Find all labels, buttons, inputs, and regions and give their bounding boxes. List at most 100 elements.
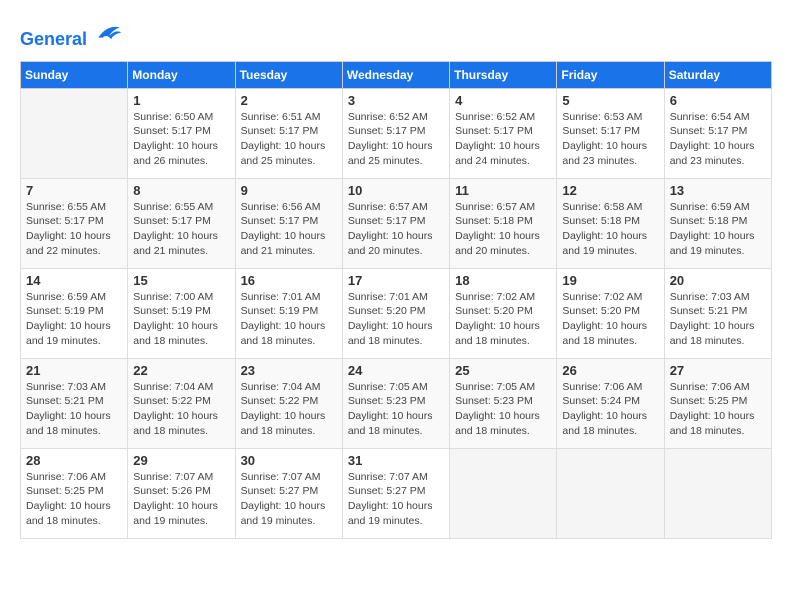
calendar-cell xyxy=(21,88,128,178)
weekday-header-thursday: Thursday xyxy=(450,61,557,88)
day-number: 20 xyxy=(670,273,766,288)
weekday-header-tuesday: Tuesday xyxy=(235,61,342,88)
calendar-cell: 23 Sunrise: 7:04 AMSunset: 5:22 PMDayligh… xyxy=(235,358,342,448)
logo-general: General xyxy=(20,29,87,49)
calendar-week-row: 28 Sunrise: 7:06 AMSunset: 5:25 PMDayligh… xyxy=(21,448,772,538)
calendar-cell: 28 Sunrise: 7:06 AMSunset: 5:25 PMDayligh… xyxy=(21,448,128,538)
day-info: Sunrise: 7:01 AMSunset: 5:19 PMDaylight:… xyxy=(241,290,337,349)
calendar-cell: 10 Sunrise: 6:57 AMSunset: 5:17 PMDayligh… xyxy=(342,178,449,268)
day-number: 9 xyxy=(241,183,337,198)
calendar-cell xyxy=(557,448,664,538)
day-info: Sunrise: 6:51 AMSunset: 5:17 PMDaylight:… xyxy=(241,110,337,169)
day-info: Sunrise: 6:55 AMSunset: 5:17 PMDaylight:… xyxy=(133,200,229,259)
calendar-cell: 18Sunrise: 7:02 AMSunset: 5:20 PMDayligh… xyxy=(450,268,557,358)
calendar-cell: 25Sunrise: 7:05 AMSunset: 5:23 PMDayligh… xyxy=(450,358,557,448)
day-info: Sunrise: 6:53 AMSunset: 5:17 PMDaylight:… xyxy=(562,110,658,169)
calendar-cell: 4 Sunrise: 6:52 AMSunset: 5:17 PMDaylight… xyxy=(450,88,557,178)
calendar-cell xyxy=(450,448,557,538)
day-info: Sunrise: 7:06 AMSunset: 5:25 PMDaylight:… xyxy=(670,380,766,439)
day-info: Sunrise: 6:59 AMSunset: 5:18 PMDaylight:… xyxy=(670,200,766,259)
day-info: Sunrise: 7:07 AMSunset: 5:26 PMDaylight:… xyxy=(133,470,229,529)
day-number: 11 xyxy=(455,183,551,198)
calendar-cell: 19 Sunrise: 7:02 AMSunset: 5:20 PMDayligh… xyxy=(557,268,664,358)
weekday-header-monday: Monday xyxy=(128,61,235,88)
day-info: Sunrise: 6:50 AMSunset: 5:17 PMDaylight:… xyxy=(133,110,229,169)
day-info: Sunrise: 7:01 AMSunset: 5:20 PMDaylight:… xyxy=(348,290,444,349)
day-number: 8 xyxy=(133,183,229,198)
day-number: 23 xyxy=(241,363,337,378)
weekday-header-wednesday: Wednesday xyxy=(342,61,449,88)
day-number: 4 xyxy=(455,93,551,108)
calendar-cell: 11Sunrise: 6:57 AMSunset: 5:18 PMDayligh… xyxy=(450,178,557,268)
day-info: Sunrise: 7:07 AMSunset: 5:27 PMDaylight:… xyxy=(348,470,444,529)
calendar-cell: 16Sunrise: 7:01 AMSunset: 5:19 PMDayligh… xyxy=(235,268,342,358)
day-info: Sunrise: 6:58 AMSunset: 5:18 PMDaylight:… xyxy=(562,200,658,259)
day-number: 2 xyxy=(241,93,337,108)
calendar-cell: 12 Sunrise: 6:58 AMSunset: 5:18 PMDayligh… xyxy=(557,178,664,268)
calendar-week-row: 7Sunrise: 6:55 AMSunset: 5:17 PMDaylight… xyxy=(21,178,772,268)
calendar-cell: 24 Sunrise: 7:05 AMSunset: 5:23 PMDayligh… xyxy=(342,358,449,448)
calendar-cell: 13 Sunrise: 6:59 AMSunset: 5:18 PMDayligh… xyxy=(664,178,771,268)
day-info: Sunrise: 7:03 AMSunset: 5:21 PMDaylight:… xyxy=(670,290,766,349)
day-number: 17 xyxy=(348,273,444,288)
day-number: 10 xyxy=(348,183,444,198)
calendar-cell: 20 Sunrise: 7:03 AMSunset: 5:21 PMDayligh… xyxy=(664,268,771,358)
day-info: Sunrise: 6:57 AMSunset: 5:17 PMDaylight:… xyxy=(348,200,444,259)
calendar-cell: 17 Sunrise: 7:01 AMSunset: 5:20 PMDayligh… xyxy=(342,268,449,358)
calendar-cell: 29Sunrise: 7:07 AMSunset: 5:26 PMDayligh… xyxy=(128,448,235,538)
day-info: Sunrise: 6:56 AMSunset: 5:17 PMDaylight:… xyxy=(241,200,337,259)
calendar-cell: 31 Sunrise: 7:07 AMSunset: 5:27 PMDayligh… xyxy=(342,448,449,538)
calendar-cell: 14 Sunrise: 6:59 AMSunset: 5:19 PMDayligh… xyxy=(21,268,128,358)
calendar-cell: 8 Sunrise: 6:55 AMSunset: 5:17 PMDaylight… xyxy=(128,178,235,268)
day-info: Sunrise: 6:52 AMSunset: 5:17 PMDaylight:… xyxy=(348,110,444,169)
calendar-cell: 6Sunrise: 6:54 AMSunset: 5:17 PMDaylight… xyxy=(664,88,771,178)
day-number: 12 xyxy=(562,183,658,198)
day-info: Sunrise: 7:04 AMSunset: 5:22 PMDaylight:… xyxy=(133,380,229,439)
day-info: Sunrise: 7:04 AMSunset: 5:22 PMDaylight:… xyxy=(241,380,337,439)
day-number: 3 xyxy=(348,93,444,108)
day-info: Sunrise: 7:03 AMSunset: 5:21 PMDaylight:… xyxy=(26,380,122,439)
day-info: Sunrise: 7:06 AMSunset: 5:24 PMDaylight:… xyxy=(562,380,658,439)
day-info: Sunrise: 6:59 AMSunset: 5:19 PMDaylight:… xyxy=(26,290,122,349)
day-info: Sunrise: 7:02 AMSunset: 5:20 PMDaylight:… xyxy=(455,290,551,349)
logo: General xyxy=(20,20,124,51)
day-info: Sunrise: 7:02 AMSunset: 5:20 PMDaylight:… xyxy=(562,290,658,349)
calendar-cell: 3 Sunrise: 6:52 AMSunset: 5:17 PMDaylight… xyxy=(342,88,449,178)
day-info: Sunrise: 6:52 AMSunset: 5:17 PMDaylight:… xyxy=(455,110,551,169)
calendar-table: SundayMondayTuesdayWednesdayThursdayFrid… xyxy=(20,61,772,539)
day-number: 25 xyxy=(455,363,551,378)
day-info: Sunrise: 7:05 AMSunset: 5:23 PMDaylight:… xyxy=(348,380,444,439)
calendar-cell: 2 Sunrise: 6:51 AMSunset: 5:17 PMDaylight… xyxy=(235,88,342,178)
weekday-header-sunday: Sunday xyxy=(21,61,128,88)
calendar-cell: 1Sunrise: 6:50 AMSunset: 5:17 PMDaylight… xyxy=(128,88,235,178)
weekday-header-saturday: Saturday xyxy=(664,61,771,88)
day-number: 22 xyxy=(133,363,229,378)
day-number: 27 xyxy=(670,363,766,378)
day-number: 28 xyxy=(26,453,122,468)
calendar-cell: 9 Sunrise: 6:56 AMSunset: 5:17 PMDaylight… xyxy=(235,178,342,268)
day-number: 15 xyxy=(133,273,229,288)
calendar-cell: 22 Sunrise: 7:04 AMSunset: 5:22 PMDayligh… xyxy=(128,358,235,448)
calendar-cell: 26Sunrise: 7:06 AMSunset: 5:24 PMDayligh… xyxy=(557,358,664,448)
day-number: 13 xyxy=(670,183,766,198)
day-info: Sunrise: 7:06 AMSunset: 5:25 PMDaylight:… xyxy=(26,470,122,529)
calendar-cell: 5 Sunrise: 6:53 AMSunset: 5:17 PMDaylight… xyxy=(557,88,664,178)
calendar-cell: 15 Sunrise: 7:00 AMSunset: 5:19 PMDayligh… xyxy=(128,268,235,358)
calendar-cell: 27 Sunrise: 7:06 AMSunset: 5:25 PMDayligh… xyxy=(664,358,771,448)
day-info: Sunrise: 6:55 AMSunset: 5:17 PMDaylight:… xyxy=(26,200,122,259)
logo-bird-icon xyxy=(94,20,124,45)
calendar-week-row: 14 Sunrise: 6:59 AMSunset: 5:19 PMDayligh… xyxy=(21,268,772,358)
day-info: Sunrise: 7:00 AMSunset: 5:19 PMDaylight:… xyxy=(133,290,229,349)
day-number: 24 xyxy=(348,363,444,378)
weekday-header-row: SundayMondayTuesdayWednesdayThursdayFrid… xyxy=(21,61,772,88)
day-number: 6 xyxy=(670,93,766,108)
day-number: 14 xyxy=(26,273,122,288)
calendar-week-row: 1Sunrise: 6:50 AMSunset: 5:17 PMDaylight… xyxy=(21,88,772,178)
day-number: 5 xyxy=(562,93,658,108)
day-info: Sunrise: 7:07 AMSunset: 5:27 PMDaylight:… xyxy=(241,470,337,529)
day-number: 31 xyxy=(348,453,444,468)
day-number: 21 xyxy=(26,363,122,378)
day-number: 19 xyxy=(562,273,658,288)
calendar-week-row: 21 Sunrise: 7:03 AMSunset: 5:21 PMDayligh… xyxy=(21,358,772,448)
logo-text: General xyxy=(20,20,124,51)
